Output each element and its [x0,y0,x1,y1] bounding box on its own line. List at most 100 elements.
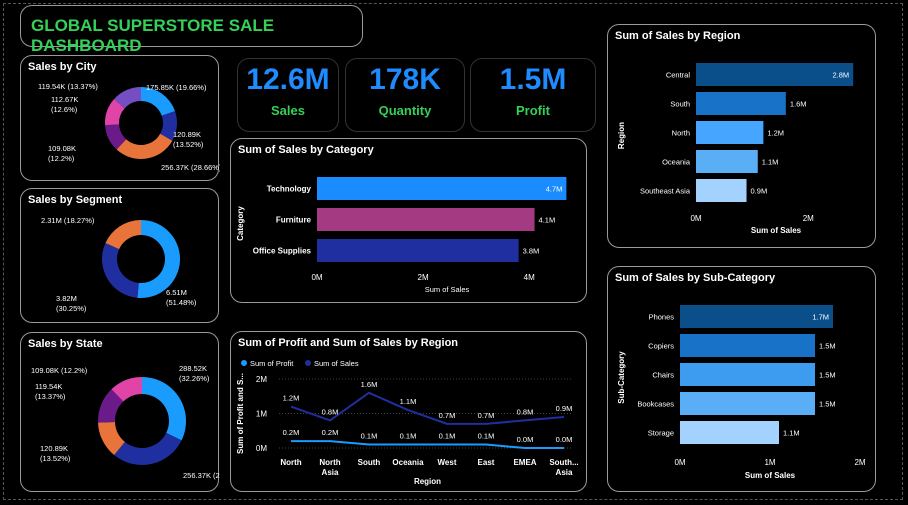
subcategory-bar [680,421,779,444]
region-axis-label: Region [617,122,626,149]
profitsales-category-label: South [358,458,381,467]
region-value-label: 2.8M [833,71,850,80]
profitsales-legend-marker [241,360,247,366]
subcategory-category-label: Copiers [648,342,674,351]
region-chart: Central 2.8M South 1.6M North 1.2M Oceania 1.1M… [617,63,854,235]
kpi-sales-card: 12.6M Sales [237,58,339,132]
segment-slice [102,242,139,298]
kpi-profit-label: Profit [516,103,550,118]
city-slice [116,133,173,159]
category-axis-label: Category [236,206,245,241]
city-label: 119.54K (13.37%) [38,82,98,91]
profitsales-category-label: East [478,458,495,467]
category-category-label: Furniture [276,216,312,225]
region-bar [696,179,747,202]
region-bar [696,92,786,115]
segment-label: 3.82M [56,294,77,303]
kpi-quantity-value: 178K [369,63,441,96]
category-chart: Technology 4.7M Furniture 4.1M Office Suppli… [236,177,567,294]
profitsales-data-label: 0.8M [322,407,339,416]
region-tick-label: 2M [803,214,814,223]
city-chart: 175.85K (19.66%) 120.89K(13.52%) 256.37K (… [38,82,220,172]
state-label: (13.37%) [35,392,66,401]
category-tick-label: 0M [311,273,322,282]
segment-label: 6.51M [166,288,187,297]
state-label: (13.52%) [40,454,71,463]
state-label: 109.08K (12.2%) [31,366,88,375]
profitsales-category-label: West [438,458,457,467]
profitsales-data-label: 0.7M [478,411,495,420]
profitsales-legend-label: Sum of Sales [314,359,359,368]
category-value-label: 4.7M [546,185,563,194]
profitsales-data-label: 0.7M [439,411,456,420]
profitsales-data-label: 0.0M [556,435,573,444]
city-label: 112.67K [51,95,78,104]
profitsales-data-label: 1.1M [400,397,417,406]
city-label: 120.89K [173,130,201,139]
region-bar [696,63,854,86]
state-label: 256.37K (28.66%) [183,471,220,480]
state-label: 288.52K [179,364,207,373]
profitsales-data-label: 1.2M [283,394,300,403]
subcategory-tick-label: 0M [674,458,685,467]
kpi-profit-card: 1.5M Profit [470,58,596,132]
subcategory-category-label: Chairs [652,371,674,380]
profitsales-category-label: EMEA [513,458,536,467]
kpi-sales-label: Sales [271,103,305,118]
category-tick-label: 2M [418,273,429,282]
region-category-label: Central [666,71,691,80]
subcategory-value-label: 1.5M [819,342,836,351]
profitsales-panel: Sum of Profit and Sum of Sales by Region… [230,331,587,492]
subcategory-bar [680,363,815,386]
segment-slice [137,220,181,298]
state-slice [114,432,182,465]
region-category-label: South [670,100,690,109]
region-value-label: 1.1M [762,158,779,167]
profitsales-legend-marker [305,360,311,366]
profitsales-tick-label: 1M [256,410,267,419]
subcategory-value-label: 1.7M [812,313,829,322]
category-axis-label: Sum of Sales [425,285,470,294]
city-label: 175.85K (19.66%) [146,83,207,92]
region-value-label: 0.9M [751,187,768,196]
profitsales-tick-label: 0M [256,444,267,453]
profitsales-axis-label: Region [414,477,441,486]
profitsales-axis-label: Sum of Profit and S... [236,373,245,454]
city-panel: Sales by City 175.85K (19.66%) 120.89K (13… [20,55,220,181]
subcategory-category-label: Bookcases [637,400,674,409]
city-label: (12.2%) [48,154,75,163]
kpi-sales-value: 12.6M [246,63,330,96]
profitsales-data-label: 1.6M [361,380,378,389]
profitsales-tick-label: 2M [256,375,267,384]
profitsales-data-label: 0.1M [361,432,378,441]
region-panel: Sum of Sales by Region Central 2.8M South 1… [607,24,876,248]
region-axis-label: Sum of Sales [751,226,802,235]
segment-label: 2.31M (18.27%) [41,216,95,225]
state-slice [142,377,187,441]
subcategory-value-label: 1.1M [783,429,800,438]
kpi-quantity-label: Quantity [378,103,432,118]
subcategory-tick-label: 1M [764,458,775,467]
profitsales-data-label: 0.8M [517,407,534,416]
category-bar [317,177,567,200]
category-category-label: Office Supplies [253,247,312,256]
region-category-label: Oceania [662,158,691,167]
subcategory-category-label: Storage [648,429,674,438]
profitsales-data-label: 0.2M [322,428,339,437]
city-label: (12.6%) [51,105,78,114]
profitsales-data-label: 0.2M [283,428,300,437]
category-bar [317,208,535,231]
category-value-label: 4.1M [539,216,556,225]
profitsales-data-label: 0.9M [556,404,573,413]
profitsales-category-label: Oceania [392,458,424,467]
city-label: (13.52%) [173,140,204,149]
profitsales-data-label: 0.1M [439,432,456,441]
profitsales-data-label: 0.0M [517,435,534,444]
segment-label: (30.25%) [56,304,87,313]
page-title: GLOBAL SUPERSTORE SALE DASHBOARD [31,16,275,55]
profitsales-category-label: North [319,458,340,467]
subcategory-value-label: 1.5M [819,371,836,380]
subcategory-bar [680,305,833,328]
region-value-label: 1.2M [767,129,784,138]
category-panel: Sum of Sales by Category Technology 4.7M F… [230,138,587,303]
